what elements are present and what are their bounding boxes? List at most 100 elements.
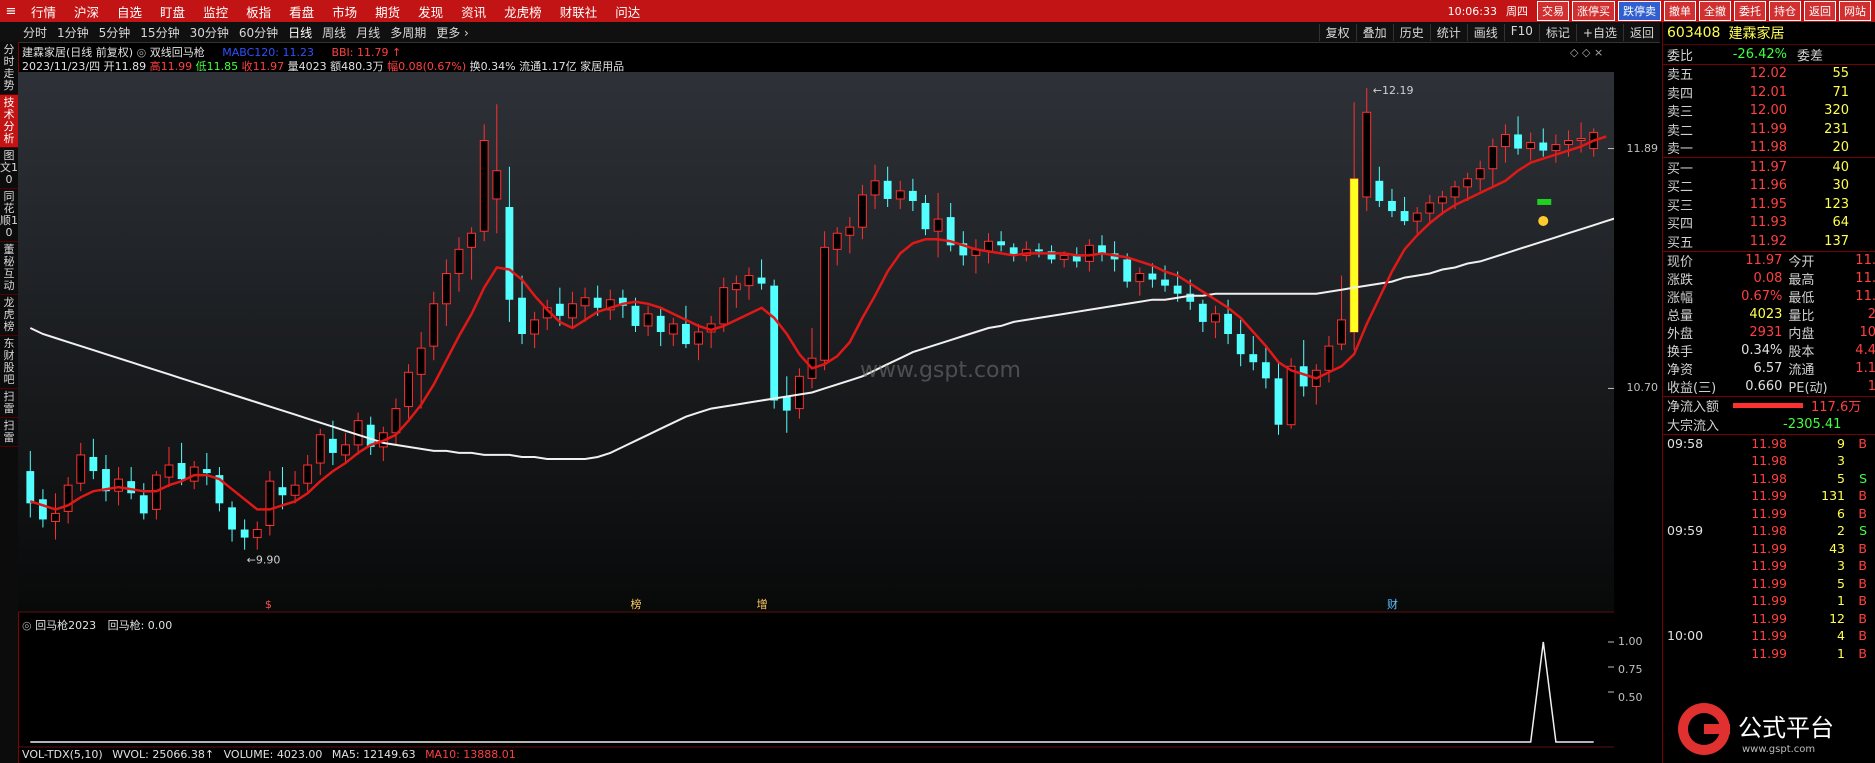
return-button[interactable]: 返回 (1622, 23, 1660, 41)
kline-chart[interactable]: ←12.19 ←9.90 $ 榜 增 财 (18, 72, 1614, 762)
quote-title: 603408 建霖家居 (1663, 22, 1875, 45)
chevron-right-icon: › (460, 25, 469, 40)
menu-item[interactable]: 龙虎榜 (495, 2, 551, 21)
bid-row[interactable]: 买四 11.93 64 (1663, 214, 1875, 232)
draw-line-button[interactable]: 画线 (1466, 23, 1504, 41)
history-button[interactable]: 历史 (1392, 23, 1430, 41)
vtab-secretary[interactable]: 董秘互动 (0, 242, 18, 295)
volume-indicator-name[interactable]: VOL-TDX(5,10) (22, 748, 103, 761)
stock-name: 建霖家居 (1728, 26, 1785, 42)
candle[interactable] (265, 471, 275, 536)
menu-item[interactable]: 期货 (366, 2, 409, 21)
period-tab[interactable]: 15分钟 (135, 24, 184, 41)
menu-item[interactable]: 板指 (237, 2, 280, 21)
bid-row[interactable]: 买二 11.96 30 (1663, 177, 1875, 195)
app-menu-icon[interactable]: ≡ (0, 0, 22, 22)
menu-item[interactable]: 问达 (606, 2, 649, 21)
vtab-minesweep-2[interactable]: 扫雷 (0, 418, 18, 447)
positions-button[interactable]: 持仓 (1769, 1, 1801, 21)
event-marker[interactable]: $ (265, 598, 272, 611)
menu-item[interactable]: 市场 (323, 2, 366, 21)
chart-header-line2: 2023/11/23/四 开11.89 高11.99 低11.85 收11.97… (22, 58, 624, 73)
menu-item[interactable]: 发现 (409, 2, 452, 21)
vtab-graphic[interactable]: 图文10 (0, 148, 18, 189)
settings-icon[interactable]: ◇ (1582, 46, 1590, 59)
period-tab[interactable]: 60分钟 (234, 24, 283, 41)
chart-header-line1: 建霖家居(日线 前复权) ◎ 双线回马枪 MABC120: 11.23 BBI:… (22, 44, 401, 59)
orders-button[interactable]: 委托 (1734, 1, 1766, 21)
adjust-button[interactable]: 复权 (1318, 23, 1356, 41)
tick-row: 11.99 6 B (1751, 505, 1867, 521)
menu-item[interactable]: 自选 (108, 2, 151, 21)
tick-row: 11.99 5 B (1751, 575, 1867, 591)
vtab-dragon-tiger[interactable]: 龙虎榜 (0, 295, 18, 336)
period-tab[interactable]: 分时 (18, 24, 52, 41)
tick-row: 09:59 11.98 2 S (1667, 523, 1867, 539)
menu-item[interactable]: 财联社 (551, 2, 607, 21)
cancel-order-button[interactable]: 撤单 (1664, 1, 1696, 21)
menu-item[interactable]: 行情 (22, 2, 65, 21)
limit-up-candle[interactable] (1350, 178, 1359, 332)
period-more[interactable]: 更多 › (431, 24, 474, 41)
website-button[interactable]: 网站 (1839, 1, 1871, 21)
vtab-intraday[interactable]: 分时走势 (0, 42, 18, 95)
top-menu-bar: ≡ 行情 沪深 自选 盯盘 监控 板指 看盘 市场 期货 发现 资讯 龙虎榜 财… (0, 0, 1875, 22)
event-marker[interactable]: 榜 (630, 597, 641, 611)
limit-up-buy-button[interactable]: 涨停买 (1572, 1, 1615, 21)
tick-row: 11.99 131 B (1751, 488, 1867, 504)
trade-button[interactable]: 交易 (1537, 1, 1569, 21)
period-tab[interactable]: 30分钟 (185, 24, 234, 41)
sub-tick: 0.50 (1618, 691, 1643, 704)
vtab-technical[interactable]: 技术分析 (0, 95, 18, 148)
mark-button[interactable]: 标记 (1538, 23, 1576, 41)
period-tab[interactable]: 周线 (317, 24, 351, 41)
cancel-all-button[interactable]: 全撤 (1699, 1, 1731, 21)
period-tab[interactable]: 多周期 (385, 24, 431, 41)
close-icon[interactable]: × (1594, 46, 1603, 59)
sub-toggle-icon[interactable]: ◎ (22, 619, 35, 632)
f10-button[interactable]: F10 (1503, 23, 1539, 41)
candle[interactable] (820, 231, 830, 371)
tick-row: 11.99 3 B (1751, 558, 1867, 574)
ask-row[interactable]: 卖三 12.00 320 (1663, 102, 1875, 120)
ask-row[interactable]: 卖四 12.01 71 (1663, 83, 1875, 102)
menu-item[interactable]: 沪深 (65, 2, 108, 21)
signal-flag[interactable] (1537, 198, 1552, 205)
bid-row[interactable]: 买一 11.97 40 (1663, 158, 1875, 177)
vtab-forum[interactable]: 东财股吧 (0, 336, 18, 389)
period-tab[interactable]: 1分钟 (52, 24, 94, 41)
stats-button[interactable]: 统计 (1429, 23, 1467, 41)
volume-value: VOLUME: 4023.00 (223, 748, 323, 761)
stat-row: 涨幅 0.67% 最低 11. (1667, 289, 1875, 306)
bid-row[interactable]: 买三 11.95 123 (1663, 195, 1875, 214)
ask-row[interactable]: 卖五 12.02 55 (1663, 65, 1875, 83)
diamond-icon[interactable]: ◇ (1570, 46, 1578, 59)
sub-indicator-value: 回马枪: 0.00 (107, 619, 173, 632)
menu-item[interactable]: 监控 (194, 2, 237, 21)
ask-row[interactable]: 卖一 11.98 20 (1663, 139, 1875, 157)
sub-indicator-name[interactable]: 回马枪2023 (35, 619, 96, 632)
tick-row: 11.99 12 B (1751, 610, 1867, 626)
clock-time: 10:06:33 (1447, 4, 1497, 18)
candle[interactable] (479, 124, 489, 242)
bid-row[interactable]: 买五 11.92 137 (1663, 232, 1875, 251)
event-marker[interactable]: 增 (757, 597, 768, 611)
event-marker[interactable]: 财 (1387, 597, 1398, 611)
coin-icon[interactable] (1538, 215, 1549, 226)
back-button[interactable]: 返回 (1804, 1, 1836, 21)
vtab-minesweep[interactable]: 扫雷 (0, 389, 18, 418)
candle[interactable] (770, 279, 779, 409)
period-tab[interactable]: 月线 (351, 24, 385, 41)
menu-item[interactable]: 盯盘 (151, 2, 194, 21)
ask-row[interactable]: 卖二 11.99 231 (1663, 120, 1875, 139)
menu-item[interactable]: 看盘 (280, 2, 323, 21)
add-watchlist-button[interactable]: +自选 (1575, 23, 1623, 41)
period-tab[interactable]: 5分钟 (94, 24, 136, 41)
vtab-ths[interactable]: 同花顺10 (0, 189, 18, 242)
period-tab[interactable]: 日线 (283, 24, 317, 41)
overlay-button[interactable]: 叠加 (1355, 23, 1393, 41)
netflow-bar (1733, 403, 1803, 409)
limit-down-sell-button[interactable]: 跌停卖 (1618, 1, 1661, 21)
price-tick: 11.89 (1626, 141, 1659, 155)
menu-item[interactable]: 资讯 (452, 2, 495, 21)
